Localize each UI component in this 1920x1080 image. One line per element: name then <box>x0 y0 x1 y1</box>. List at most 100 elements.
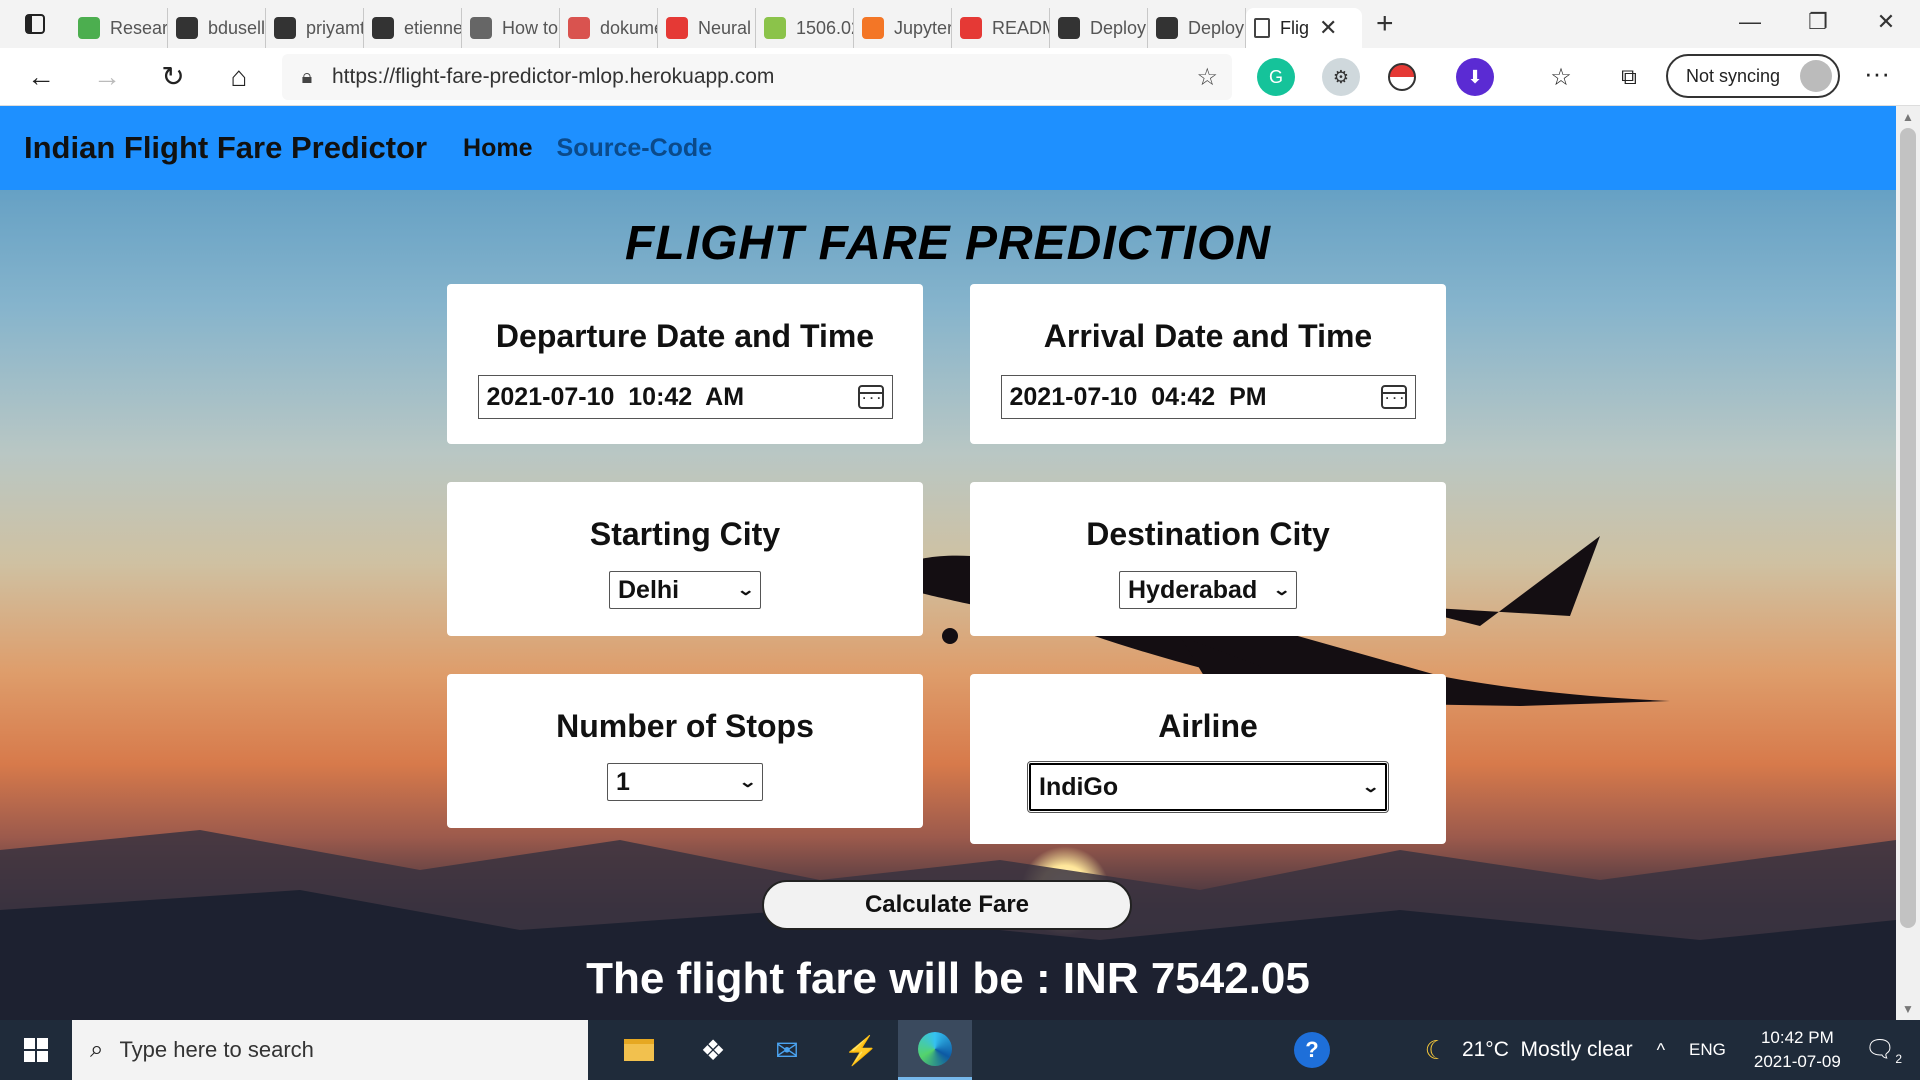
tab-label: priyamt <box>306 17 364 38</box>
tab-label: How to <box>502 17 559 38</box>
tab-0[interactable]: Researc <box>70 8 168 48</box>
help-icon[interactable]: ? <box>1294 1032 1330 1068</box>
back-icon[interactable]: ← <box>8 48 74 106</box>
extension-icon[interactable]: ⚙ <box>1322 58 1360 96</box>
clock[interactable]: 10:42 PM 2021-07-09 <box>1754 1026 1841 1074</box>
fare-result: The flight fare will be : INR 7542.05 <box>586 954 1310 1003</box>
airline-card: Airline IndiGo ⌄ <box>970 674 1446 844</box>
github-icon <box>1156 17 1178 39</box>
tab-8[interactable]: Jupyter <box>854 8 952 48</box>
scroll-down-icon[interactable]: ▼ <box>1896 1002 1920 1016</box>
nav-link-source-code[interactable]: Source-Code <box>557 134 713 163</box>
download-icon[interactable]: ⬇ <box>1456 58 1494 96</box>
chevron-up-icon[interactable]: ^ <box>1657 1040 1665 1061</box>
page-viewport: Indian Flight Fare Predictor Home Source… <box>0 106 1896 1020</box>
new-tab-icon[interactable]: + <box>1376 7 1394 41</box>
scroll-up-icon[interactable]: ▲ <box>1896 110 1920 124</box>
site-brand[interactable]: Indian Flight Fare Predictor <box>24 130 427 166</box>
edge-icon[interactable] <box>898 1020 972 1080</box>
stops-card: Number of Stops 1 ⌄ <box>447 674 923 828</box>
tab-label: Researc <box>110 17 168 38</box>
search-icon: ⌕ <box>90 1036 104 1063</box>
tab-label: 1506.02 <box>796 17 853 38</box>
arrival-card: Arrival Date and Time 2021-07-10 04:42 P… <box>970 284 1446 444</box>
page-scrollbar[interactable]: ▲ ▼ <box>1896 106 1920 1020</box>
pdf-icon <box>568 17 590 39</box>
forward-icon[interactable]: → <box>74 48 140 106</box>
departure-value: 2021-07-10 10:42 AM <box>486 382 745 411</box>
stops-select[interactable]: 1 ⌄ <box>607 763 763 801</box>
mail-icon[interactable]: ✉ <box>750 1020 824 1080</box>
airline-select[interactable]: IndiGo ⌄ <box>1027 761 1389 813</box>
close-window-icon[interactable]: ✕ <box>1852 0 1920 44</box>
tab-11[interactable]: Deploy <box>1148 8 1246 48</box>
minimize-icon[interactable]: — <box>1716 0 1784 44</box>
tab-1[interactable]: bdusell/ <box>168 8 266 48</box>
tab-10[interactable]: Deploy <box>1050 8 1148 48</box>
file-explorer-icon[interactable] <box>602 1020 676 1080</box>
calendar-icon[interactable] <box>857 385 884 409</box>
taskbar-search-input[interactable]: ⌕ Type here to search <box>72 1020 588 1080</box>
app-icon[interactable]: ⚡ <box>824 1020 898 1080</box>
tab-5[interactable]: dokume <box>560 8 658 48</box>
grammarly-icon[interactable]: G <box>1257 58 1295 96</box>
tab-label: bdusell/ <box>208 17 266 38</box>
tab-active[interactable]: Flig ✕ <box>1246 8 1362 48</box>
source-city-select[interactable]: Delhi ⌄ <box>609 571 761 609</box>
notifications-icon[interactable]: 🗨︎2 <box>1865 1035 1902 1066</box>
dropbox-icon[interactable]: ❖ <box>676 1020 750 1080</box>
site-navbar: Indian Flight Fare Predictor Home Source… <box>0 106 1896 190</box>
tab-actions-icon[interactable] <box>0 0 70 48</box>
scrollbar-thumb[interactable] <box>1900 128 1916 928</box>
clock-time: 10:42 PM <box>1760 1028 1834 1047</box>
pokeball-icon[interactable] <box>1388 63 1416 91</box>
more-menu-icon[interactable]: ··· <box>1864 58 1890 89</box>
lock-icon: 🔒︎ <box>301 65 313 88</box>
overleaf-icon <box>78 17 100 39</box>
favorites-icon[interactable]: ☆ <box>1542 58 1580 96</box>
home-icon[interactable]: ⌂ <box>206 48 272 106</box>
address-field[interactable]: 🔒︎ https://flight-fare-predictor-mlop.he… <box>282 54 1232 100</box>
collections-icon[interactable]: ⧉ <box>1610 58 1648 96</box>
windows-start-icon[interactable] <box>0 1020 72 1080</box>
close-tab-icon[interactable]: ✕ <box>1319 15 1337 41</box>
tab-2[interactable]: priyamt <box>266 8 364 48</box>
refresh-icon[interactable]: ↻ <box>140 48 206 106</box>
arrival-label: Arrival Date and Time <box>1043 318 1373 354</box>
chevron-down-icon: ⌄ <box>735 582 755 599</box>
profile-label: Not syncing <box>1686 65 1781 86</box>
tab-3[interactable]: etienne <box>364 8 462 48</box>
arrival-datetime-input[interactable]: 2021-07-10 04:42 PM <box>1000 375 1416 419</box>
departure-datetime-input[interactable]: 2021-07-10 10:42 AM <box>477 375 893 419</box>
departure-card: Departure Date and Time 2021-07-10 10:42… <box>447 284 923 444</box>
emoji-icon <box>764 17 786 39</box>
github-icon <box>1058 17 1080 39</box>
destination-city-label: Destination City <box>1086 516 1330 552</box>
chevron-down-icon: ⌄ <box>1271 582 1291 599</box>
youtube-icon <box>960 17 982 39</box>
add-favorite-icon[interactable]: ☆ <box>1196 63 1218 92</box>
calendar-icon[interactable] <box>1380 385 1407 409</box>
tab-7[interactable]: 1506.02 <box>756 8 854 48</box>
weather-widget[interactable]: ☾ 21°C Mostly clear <box>1425 1035 1633 1066</box>
source-city-value: Delhi <box>618 575 680 604</box>
url-text[interactable]: https://flight-fare-predictor-mlop.herok… <box>332 65 774 89</box>
nav-link-home[interactable]: Home <box>463 134 532 163</box>
address-bar-row: ← → ↻ ⌂ 🔒︎ https://flight-fare-predictor… <box>0 48 1920 106</box>
source-city-label: Starting City <box>589 516 781 552</box>
profile-button[interactable]: Not syncing <box>1666 54 1840 98</box>
calculate-fare-button[interactable]: Calculate Fare <box>762 880 1132 930</box>
restore-icon[interactable]: ❐ <box>1784 0 1852 44</box>
destination-city-card: Destination City Hyderabad ⌄ <box>970 482 1446 636</box>
chevron-down-icon: ⌄ <box>1360 779 1380 796</box>
language-indicator[interactable]: ENG <box>1689 1040 1726 1060</box>
tab-6[interactable]: Neural <box>658 8 756 48</box>
moon-icon: ☾ <box>1424 1034 1448 1065</box>
system-tray: ☾ 21°C Mostly clear ^ ENG 10:42 PM 2021-… <box>1425 1020 1920 1080</box>
browser-tab-strip: Researc bdusell/priyamt etienne How to dokum… <box>0 0 1920 48</box>
destination-city-select[interactable]: Hyderabad ⌄ <box>1119 571 1297 609</box>
jupyter-icon <box>862 17 884 39</box>
tab-9[interactable]: READM <box>952 8 1050 48</box>
tab-4[interactable]: How to <box>462 8 560 48</box>
page-title: FLIGHT FARE PREDICTION <box>625 217 1271 270</box>
